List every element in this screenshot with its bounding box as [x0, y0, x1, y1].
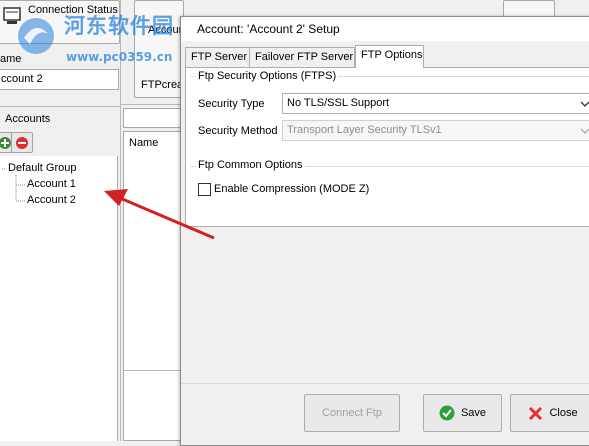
annotation-arrow-icon: [104, 189, 215, 240]
tab-ftp-options[interactable]: FTP Options: [355, 45, 424, 68]
